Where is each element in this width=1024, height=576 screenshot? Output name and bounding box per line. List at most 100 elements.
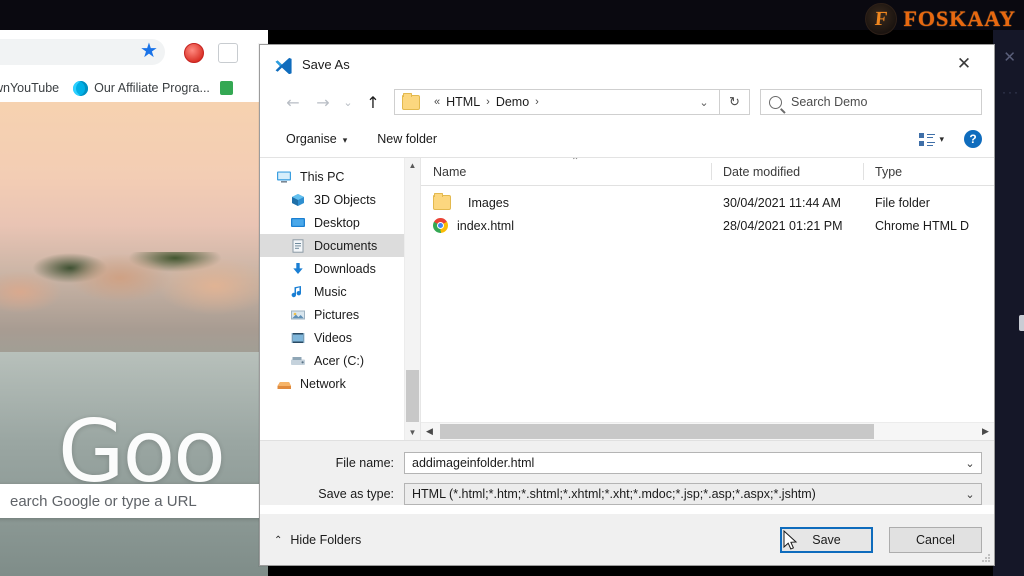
sidebar-item-documents[interactable]: Documents	[260, 234, 420, 257]
scrollbar-thumb[interactable]	[406, 370, 419, 422]
scrollbar-thumb[interactable]	[440, 424, 874, 439]
dialog-body: This PC 3D Objects Desktop Documents Dow…	[260, 158, 994, 440]
editor-close-icon[interactable]: ✕	[1003, 48, 1016, 66]
drive-icon	[290, 354, 306, 368]
search-input[interactable]: Search Demo	[760, 89, 982, 115]
bookmark-item[interactable]: wnYouTube	[0, 81, 59, 95]
sidebar-item-3d-objects[interactable]: 3D Objects	[260, 188, 420, 211]
file-name: index.html	[457, 218, 514, 233]
file-name-cell: index.html	[421, 218, 711, 233]
google-search-input[interactable]: earch Google or type a URL	[0, 484, 265, 518]
breadcrumb[interactable]: « HTML › Demo › ⌄	[394, 89, 720, 115]
blue-circle-icon	[73, 80, 89, 96]
chevron-down-icon: ▾	[342, 135, 348, 145]
pictures-icon	[290, 308, 306, 322]
sidebar-item-downloads[interactable]: Downloads	[260, 257, 420, 280]
up-button[interactable]: ↑	[358, 88, 388, 116]
sidebar-item-label: Videos	[314, 330, 352, 345]
profile-avatar-icon[interactable]	[184, 43, 204, 63]
breadcrumb-item-demo[interactable]: Demo	[496, 95, 529, 109]
save-form: File name: addimageinfolder.html ⌄ Save …	[260, 440, 994, 505]
chrome-icon	[433, 218, 448, 233]
breadcrumb-overflow[interactable]: «	[434, 96, 440, 108]
scroll-right-icon[interactable]: ▶	[977, 426, 994, 437]
close-icon[interactable]: ✕	[942, 49, 986, 79]
code-editor-window[interactable]: ✕ ···	[993, 30, 1024, 576]
new-folder-button[interactable]: New folder	[369, 128, 445, 150]
bookmark-item[interactable]: Our Affiliate Progra...	[73, 80, 210, 96]
sidebar-item-label: Pictures	[314, 307, 360, 322]
scroll-down-icon[interactable]: ▼	[405, 425, 420, 440]
column-header-type[interactable]: Type	[863, 158, 993, 185]
chrome-browser-window[interactable]: ★ wnYouTube Our Affiliate Progra... Goo …	[0, 30, 270, 576]
scroll-up-icon[interactable]: ▲	[405, 158, 420, 173]
scroll-left-icon[interactable]: ◀	[421, 426, 438, 437]
desktop-icon	[290, 216, 306, 230]
wallpaper-rocks	[0, 252, 268, 357]
column-label: Name	[433, 164, 467, 179]
music-icon	[290, 285, 306, 299]
file-date-cell: 28/04/2021 01:21 PM	[723, 218, 843, 233]
sidebar-item-music[interactable]: Music	[260, 280, 420, 303]
search-icon	[769, 95, 782, 109]
save-as-dialog[interactable]: Save As ✕ ← → ⌄ ↑ « HTML › Demo › ⌄ ↻ Se…	[259, 44, 995, 566]
foskaay-logo-letter: F	[874, 8, 889, 30]
bookmark-star-icon[interactable]: ★	[140, 41, 158, 61]
sidebar-item-label: Downloads	[314, 261, 376, 276]
extension-icon[interactable]	[218, 43, 238, 63]
google-search-placeholder: earch Google or type a URL	[10, 492, 197, 510]
sidebar-item-desktop[interactable]: Desktop	[260, 211, 420, 234]
sidebar-item-videos[interactable]: Videos	[260, 326, 420, 349]
help-icon[interactable]: ?	[964, 130, 982, 148]
chevron-down-icon[interactable]: ⌄	[959, 488, 981, 501]
bookmark-label: Our Affiliate Progra...	[94, 81, 210, 95]
save-button[interactable]: Save	[780, 527, 873, 553]
sidebar-item-pictures[interactable]: Pictures	[260, 303, 420, 326]
navigation-pane-scrollbar[interactable]: ▲ ▼	[404, 158, 420, 440]
view-options-button[interactable]: ▾	[913, 129, 950, 150]
column-header-name[interactable]: Name ⌃	[421, 158, 711, 185]
bookmarks-bar[interactable]: wnYouTube Our Affiliate Progra...	[0, 74, 268, 102]
hide-folders-button[interactable]: ⌃ Hide Folders	[274, 533, 361, 547]
chevron-down-icon: ▾	[939, 133, 944, 144]
refresh-button[interactable]: ↻	[720, 89, 750, 115]
editor-overflow-icon[interactable]: ···	[1002, 85, 1020, 99]
sidebar-item-label: Desktop	[314, 215, 360, 230]
sidebar-item-label: This PC	[300, 169, 345, 184]
file-name-row: File name: addimageinfolder.html ⌄	[272, 452, 982, 474]
chevron-down-icon[interactable]: ⌄	[959, 457, 981, 470]
save-as-type-row: Save as type: HTML (*.html;*.htm;*.shtml…	[272, 483, 982, 505]
sidebar-item-this-pc[interactable]: This PC	[260, 165, 420, 188]
file-type-cell: File folder	[875, 195, 930, 210]
file-list-horizontal-scrollbar[interactable]: ◀ ▶	[421, 422, 994, 440]
search-placeholder: Search Demo	[791, 95, 868, 109]
foskaay-logo-icon: F	[865, 3, 898, 35]
table-row[interactable]: Images 30/04/2021 11:44 AM File folder	[421, 191, 994, 214]
table-row[interactable]: index.html 28/04/2021 01:21 PM Chrome HT…	[421, 214, 994, 237]
file-name-cell: Images	[421, 193, 711, 210]
save-as-type-select[interactable]: HTML (*.html;*.htm;*.shtml;*.xhtml;*.xht…	[404, 483, 982, 505]
bookmark-icon[interactable]	[219, 81, 233, 95]
recent-locations-button[interactable]: ⌄	[338, 88, 358, 116]
file-name-input[interactable]: addimageinfolder.html ⌄	[404, 452, 982, 474]
sidebar-item-label: Network	[300, 376, 346, 391]
breadcrumb-item-html[interactable]: HTML	[446, 95, 480, 109]
forward-button[interactable]: →	[308, 88, 338, 116]
breadcrumb-separator: ›	[486, 96, 490, 108]
navigation-pane[interactable]: This PC 3D Objects Desktop Documents Dow…	[260, 158, 421, 440]
sidebar-item-network[interactable]: Network	[260, 372, 420, 395]
editor-scrollbar[interactable]	[1019, 315, 1024, 331]
downloads-icon	[290, 262, 306, 276]
cancel-button[interactable]: Cancel	[889, 527, 982, 553]
file-list-pane[interactable]: Name ⌃ Date modified Type Images 30/04/2…	[421, 158, 994, 440]
chevron-down-icon[interactable]: ⌄	[693, 96, 715, 109]
column-header-date-modified[interactable]: Date modified	[711, 158, 863, 185]
resize-grip[interactable]	[981, 553, 991, 563]
back-button[interactable]: ←	[278, 88, 308, 116]
network-icon	[276, 377, 292, 391]
scrollbar-track[interactable]	[438, 423, 977, 440]
organise-button[interactable]: Organise ▾	[278, 128, 355, 150]
videos-icon	[290, 331, 306, 345]
sidebar-item-acer-c[interactable]: Acer (C:)	[260, 349, 420, 372]
folder-icon	[402, 92, 420, 110]
